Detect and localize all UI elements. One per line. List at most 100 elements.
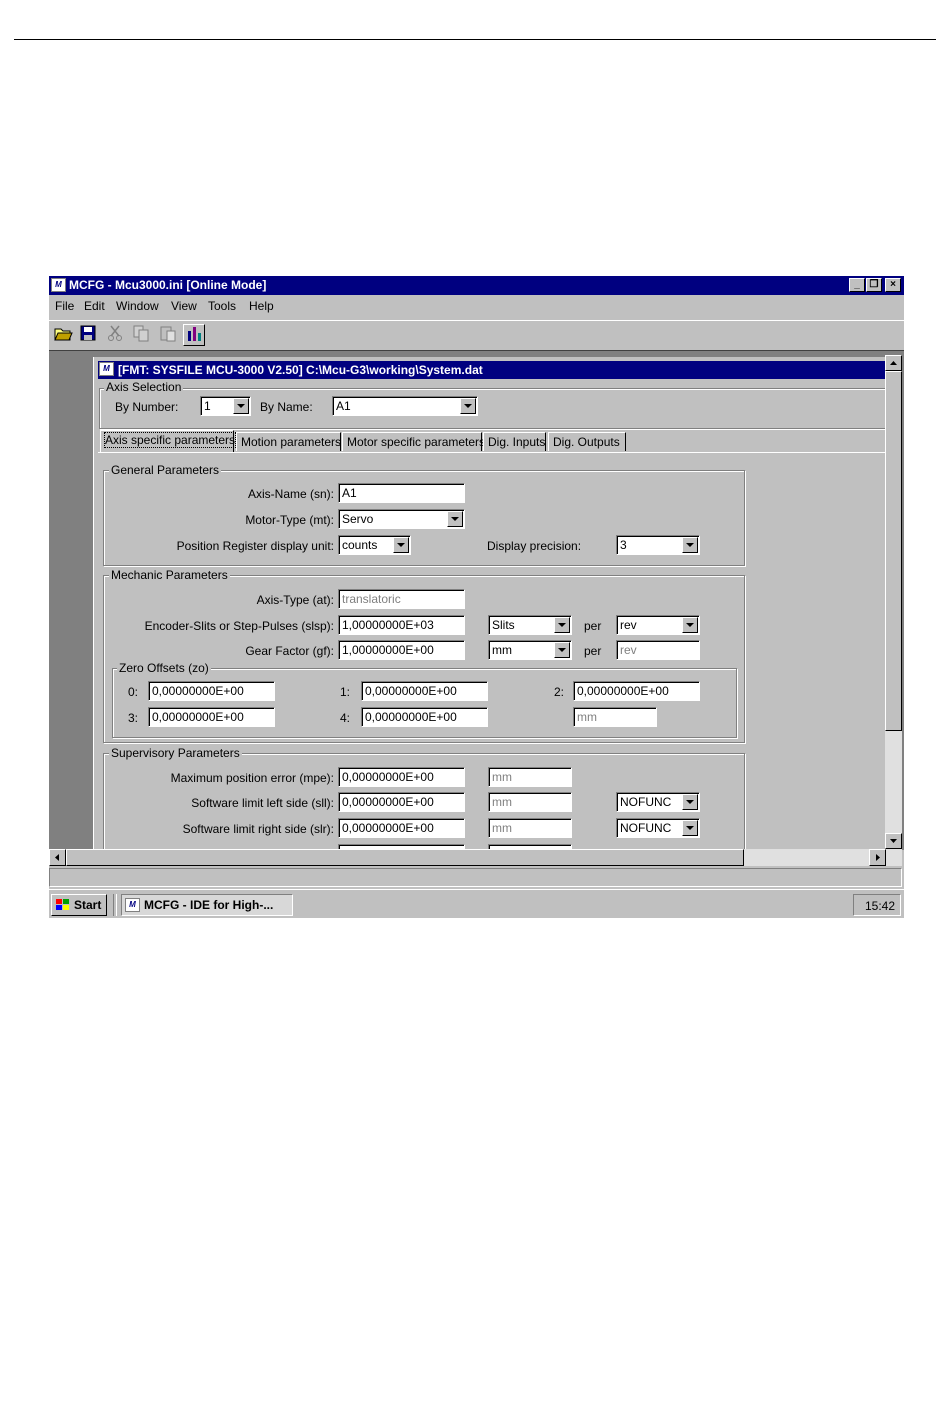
per-label: per — [584, 644, 602, 658]
gear-unit-select[interactable]: mm — [488, 640, 572, 660]
menu-window[interactable]: Window — [116, 299, 159, 313]
by-number-select[interactable]: 1 — [200, 396, 251, 416]
scroll-down-button[interactable] — [885, 833, 902, 849]
encoder-slits-label: Encoder-Slits or Step-Pulses (slsp): — [144, 619, 334, 633]
encoder-unit-value: Slits — [492, 618, 515, 632]
sll-function-value: NOFUNC — [620, 795, 672, 809]
zero-offset-3-input[interactable]: 0,00000000E+00 — [148, 707, 275, 727]
minimize-button[interactable]: _ — [849, 278, 865, 292]
sll-label: Software limit left side (sll): — [191, 796, 334, 810]
chevron-down-icon[interactable] — [460, 398, 476, 414]
page-top-rule — [14, 39, 936, 40]
taskbar-task-mcfg[interactable]: M MCFG - IDE for High-... — [121, 894, 293, 916]
mpe-input[interactable]: 0,00000000E+00 — [338, 767, 465, 787]
vertical-scroll-thumb[interactable] — [885, 371, 902, 731]
task-app-icon: M — [125, 898, 140, 912]
zero-offset-2-label: 2: — [554, 685, 565, 699]
app-title: MCFG - Mcu3000.ini [Online Mode] — [69, 278, 267, 292]
chevron-down-icon[interactable] — [554, 642, 570, 658]
zero-offset-0-label: 0: — [128, 685, 139, 699]
tab-motion[interactable]: Motion parameters — [236, 432, 341, 451]
zero-offset-4-input[interactable]: 0,00000000E+00 — [361, 707, 488, 727]
document-window: M [FMT: SYSFILE MCU-3000 V2.50] C:\Mcu-G… — [93, 357, 888, 849]
general-parameters-legend: General Parameters — [109, 463, 222, 477]
scroll-up-button[interactable] — [885, 355, 902, 371]
zero-offset-1-input[interactable]: 0,00000000E+00 — [361, 681, 488, 701]
sll-input[interactable]: 0,00000000E+00 — [338, 792, 465, 812]
display-unit-select[interactable]: counts — [338, 535, 411, 555]
horizontal-scrollbar[interactable] — [49, 849, 902, 866]
chevron-down-icon[interactable] — [554, 617, 570, 633]
open-folder-icon[interactable] — [52, 324, 74, 346]
menu-bar: File Edit Window View Tools Help — [49, 295, 904, 317]
app-title-bar: M MCFG - Mcu3000.ini [Online Mode] _ ❐ × — [49, 276, 904, 295]
status-bar — [49, 868, 902, 887]
zero-offsets-group — [112, 668, 737, 738]
copy-icon[interactable] — [130, 324, 152, 346]
by-number-value: 1 — [204, 399, 211, 413]
sll-function-select[interactable]: NOFUNC — [616, 792, 700, 812]
horizontal-scroll-thumb[interactable] — [66, 849, 744, 866]
tab-dig-inputs[interactable]: Dig. Inputs — [483, 432, 546, 451]
chevron-down-icon[interactable] — [393, 537, 409, 553]
scroll-right-button[interactable] — [869, 849, 886, 866]
menu-view[interactable]: View — [171, 299, 197, 313]
encoder-per-select[interactable]: rev — [616, 615, 700, 635]
slr-input[interactable]: 0,00000000E+00 — [338, 818, 465, 838]
axis-name-input[interactable]: A1 — [338, 483, 465, 503]
zero-offset-4-label: 4: — [340, 711, 351, 725]
app-window: M MCFG - Mcu3000.ini [Online Mode] _ ❐ ×… — [49, 276, 904, 918]
paste-icon[interactable] — [157, 324, 179, 346]
encoder-slits-input[interactable]: 1,00000000E+03 — [338, 615, 465, 635]
tab-axis-specific[interactable]: Axis specific parameters — [100, 430, 237, 452]
motor-type-select[interactable]: Servo — [338, 509, 465, 529]
display-precision-label: Display precision: — [487, 539, 582, 553]
chevron-down-icon[interactable] — [682, 820, 698, 836]
tab-panel-edge — [98, 452, 888, 453]
save-icon[interactable] — [77, 324, 99, 346]
document-title-bar: M [FMT: SYSFILE MCU-3000 V2.50] C:\Mcu-G… — [98, 361, 888, 379]
axis-type-label: Axis-Type (at): — [256, 593, 334, 607]
zero-offset-0-input[interactable]: 0,00000000E+00 — [148, 681, 275, 701]
start-button[interactable]: Start — [51, 894, 107, 916]
chevron-down-icon[interactable] — [233, 398, 249, 414]
chevron-down-icon[interactable] — [682, 794, 698, 810]
menu-edit[interactable]: Edit — [84, 299, 105, 313]
chevron-down-icon[interactable] — [447, 511, 463, 527]
encoder-per-value: rev — [620, 618, 637, 632]
tool-bar-chart-icon[interactable] — [183, 324, 205, 346]
chevron-down-icon[interactable] — [682, 617, 698, 633]
zero-offset-2-input[interactable]: 0,00000000E+00 — [573, 681, 700, 701]
axis-selection-legend: Axis Selection — [104, 380, 184, 394]
slr-function-select[interactable]: NOFUNC — [616, 818, 700, 838]
display-unit-label: Position Register display unit: — [176, 539, 334, 553]
zero-offset-unit: mm — [573, 707, 657, 727]
document-icon[interactable]: M — [99, 362, 114, 376]
menu-tools[interactable]: Tools — [208, 299, 236, 313]
vertical-scrollbar[interactable] — [885, 355, 902, 849]
display-precision-value: 3 — [620, 538, 627, 552]
menu-help[interactable]: Help — [249, 299, 274, 313]
tab-motor-specific[interactable]: Motor specific parameters — [342, 432, 485, 451]
restore-button[interactable]: ❐ — [866, 278, 882, 292]
taskbar: Start M MCFG - IDE for High-... 15:42 — [49, 889, 904, 918]
mpe-unit: mm — [488, 767, 572, 787]
by-name-select[interactable]: A1 — [332, 396, 478, 416]
toolbar — [49, 320, 904, 348]
scroll-left-button[interactable] — [49, 849, 66, 866]
close-button[interactable]: × — [885, 278, 901, 292]
tab-dig-outputs[interactable]: Dig. Outputs — [548, 432, 626, 451]
app-icon[interactable]: M — [51, 278, 66, 292]
slr-function-value: NOFUNC — [620, 821, 672, 835]
menu-file[interactable]: File — [55, 299, 74, 313]
task-label: MCFG - IDE for High-... — [144, 898, 274, 912]
display-precision-select[interactable]: 3 — [616, 535, 700, 555]
sll-unit: mm — [488, 792, 572, 812]
gear-factor-input[interactable]: 1,00000000E+00 — [338, 640, 465, 660]
gear-unit-value: mm — [492, 643, 512, 657]
chevron-down-icon[interactable] — [682, 537, 698, 553]
clock-time: 15:42 — [865, 899, 896, 913]
cut-icon[interactable] — [104, 324, 126, 346]
encoder-unit-select[interactable]: Slits — [488, 615, 572, 635]
slr-unit: mm — [488, 818, 572, 838]
